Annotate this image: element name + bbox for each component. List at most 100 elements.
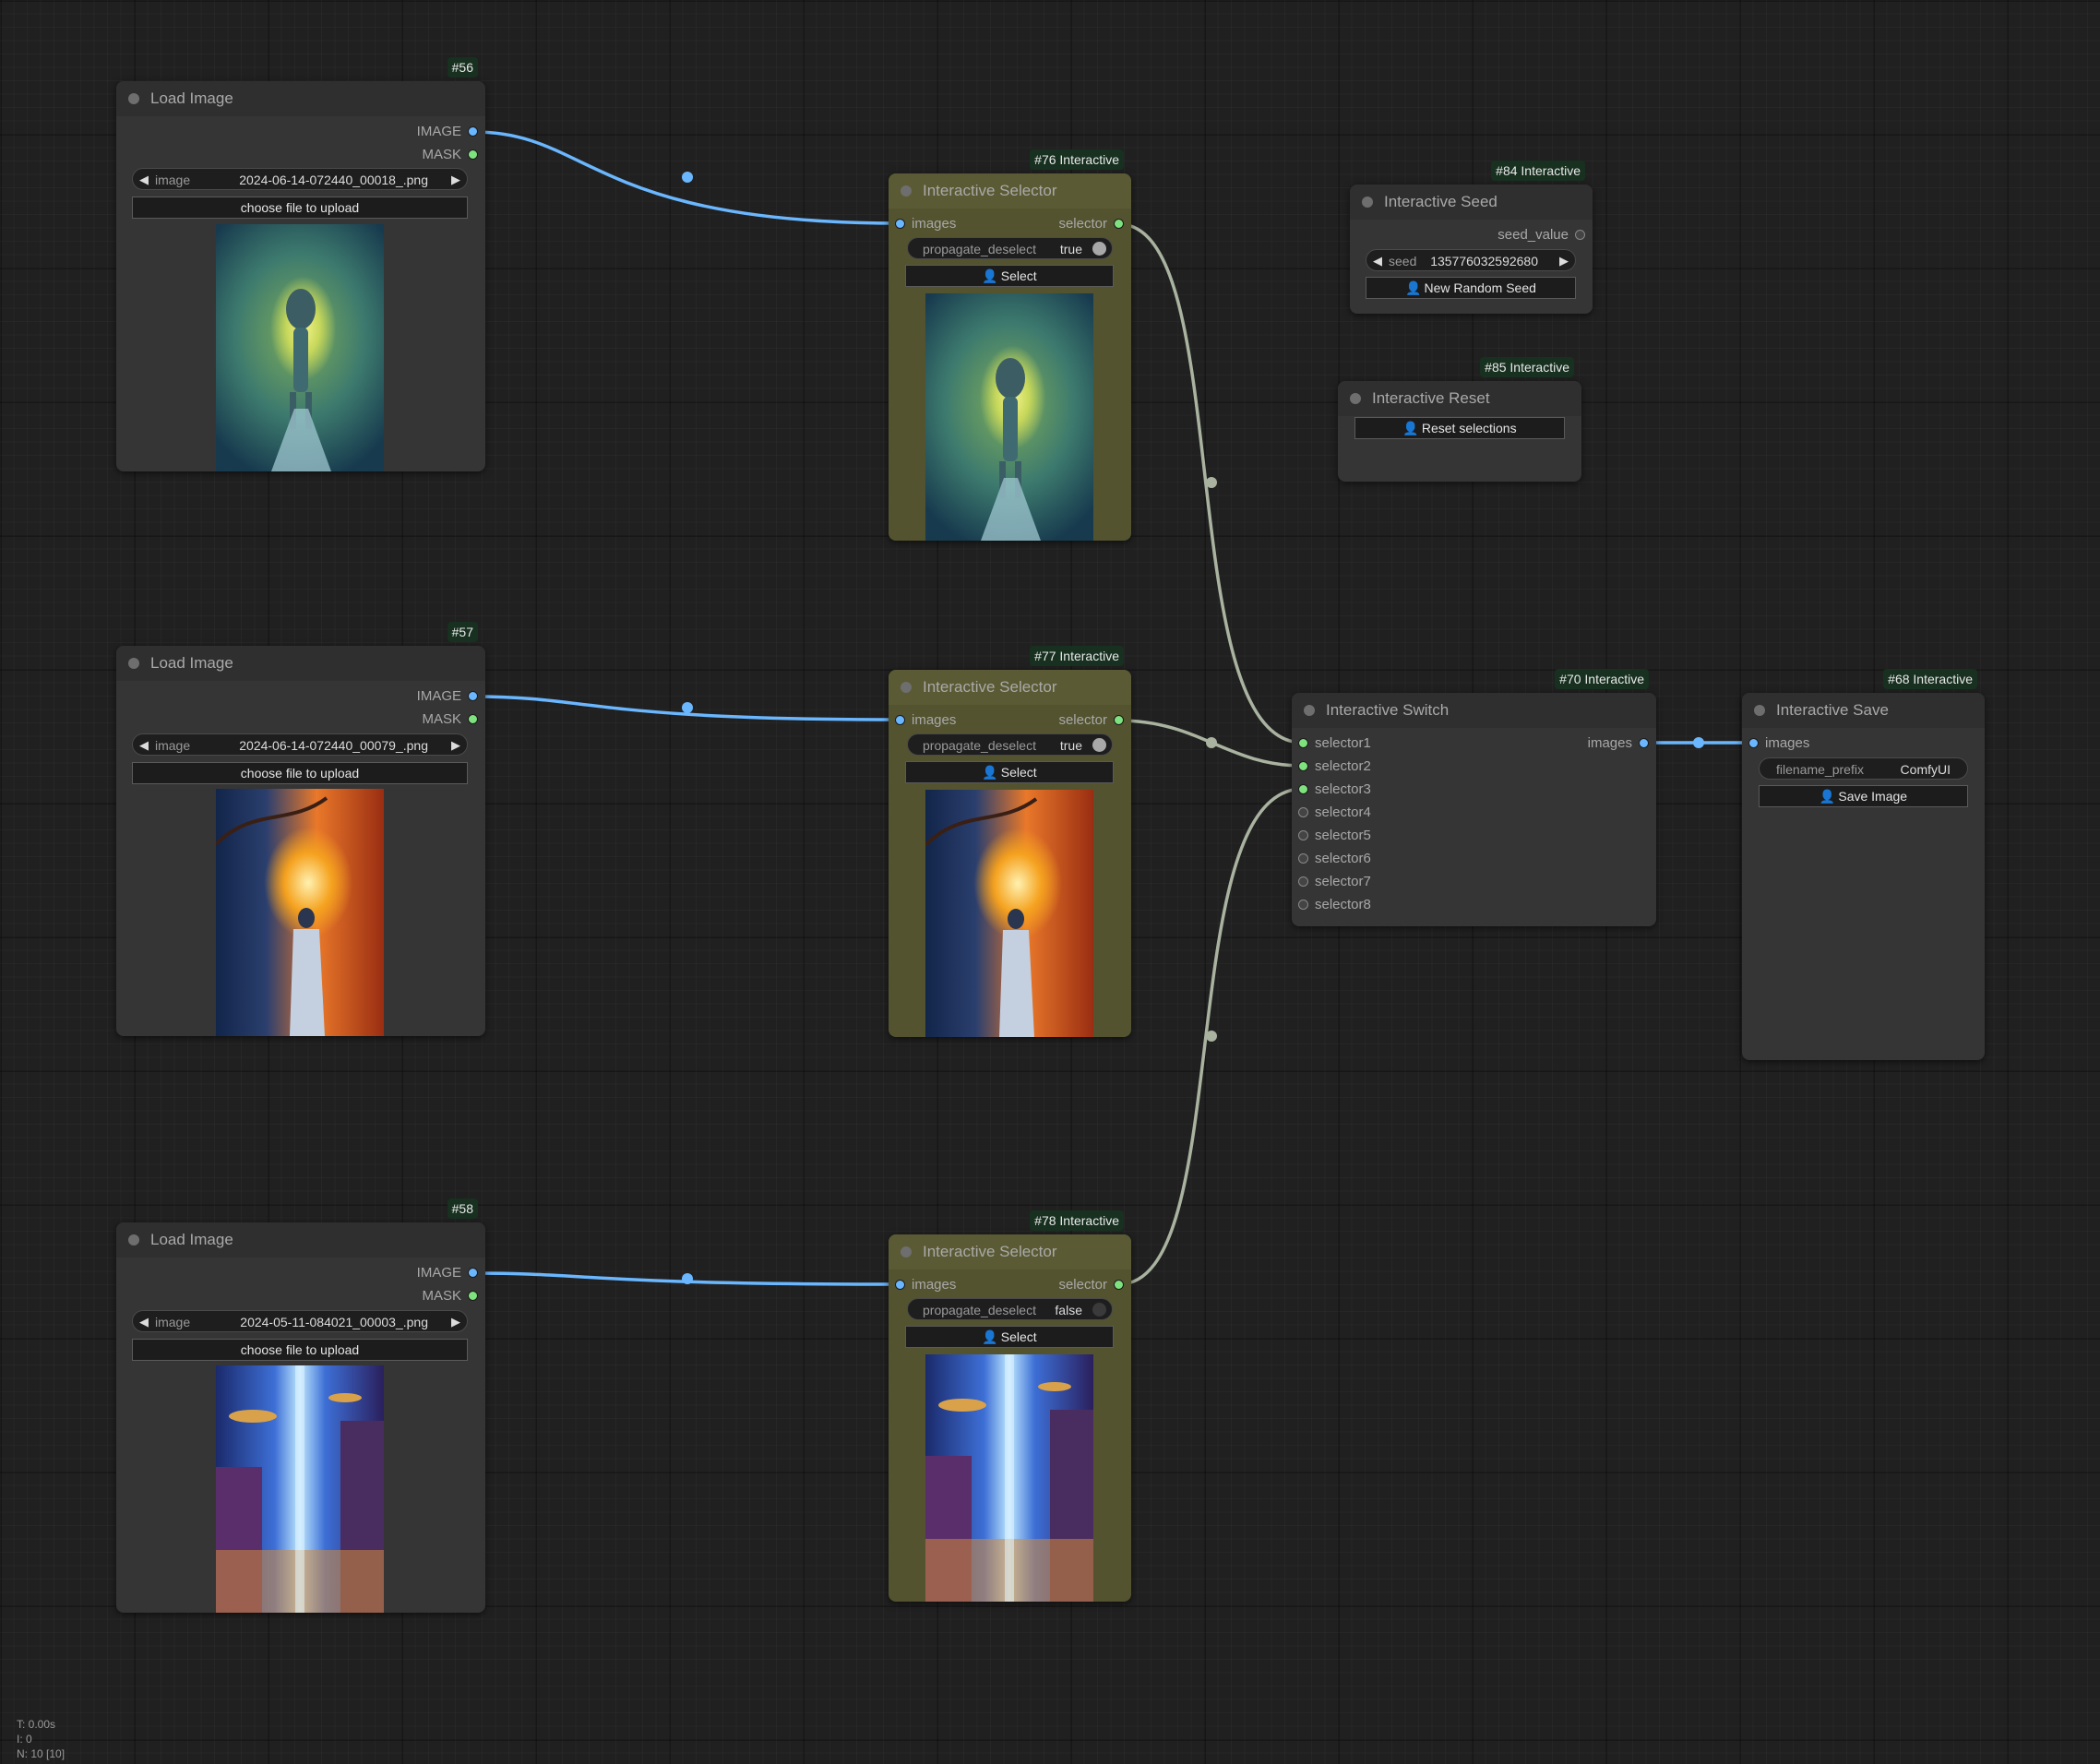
input-slot-images[interactable]: [1748, 738, 1759, 748]
node-title-bar[interactable]: Interactive Selector: [889, 1234, 1131, 1269]
output-slot-mask[interactable]: [468, 1291, 478, 1301]
collapse-dot-icon[interactable]: [901, 682, 912, 693]
collapse-dot-icon[interactable]: [128, 1234, 139, 1246]
user-icon: 👤: [982, 765, 998, 780]
input-label-selector3: selector3: [1315, 781, 1371, 797]
node-title-bar[interactable]: Interactive Seed: [1350, 185, 1593, 220]
link-midpoint: [1206, 1031, 1217, 1042]
input-label-selector6: selector6: [1315, 851, 1371, 866]
output-slot-selector[interactable]: [1114, 219, 1124, 229]
image-combo[interactable]: ◀ image 2024-06-14-072440_00018_.png ▶: [132, 168, 468, 190]
image-combo-value: 2024-05-11-084021_00003_.png: [240, 1315, 428, 1329]
select-button[interactable]: 👤 Select: [905, 265, 1114, 287]
collapse-dot-icon[interactable]: [128, 93, 139, 104]
propagate-deselect-toggle[interactable]: propagate_deselect true: [907, 237, 1113, 259]
interactive-selector-node-77[interactable]: #77 Interactive Interactive Selector ima…: [889, 646, 1131, 1037]
iteration-stat: I: 0: [17, 1733, 32, 1746]
input-slot-selector1[interactable]: [1298, 738, 1308, 748]
link-midpoint: [1206, 737, 1217, 748]
input-slot-selector6[interactable]: [1298, 853, 1308, 864]
toggle-value: true: [1059, 242, 1082, 256]
arrow-left-icon[interactable]: ◀: [139, 1311, 149, 1333]
upload-button[interactable]: choose file to upload: [132, 197, 468, 219]
propagate-deselect-toggle[interactable]: propagate_deselect false: [907, 1298, 1113, 1320]
user-icon: 👤: [1405, 280, 1422, 295]
input-label-selector2: selector2: [1315, 758, 1371, 774]
upload-button[interactable]: choose file to upload: [132, 1339, 468, 1361]
reset-selections-button[interactable]: 👤 Reset selections: [1354, 417, 1565, 439]
image-combo[interactable]: ◀ image 2024-06-14-072440_00079_.png ▶: [132, 733, 468, 756]
input-slot-images[interactable]: [895, 1280, 905, 1290]
output-label-mask: MASK: [422, 1288, 461, 1304]
node-title-bar[interactable]: Load Image: [116, 81, 485, 116]
input-slot-selector2[interactable]: [1298, 761, 1308, 771]
load-image-node-58[interactable]: #58 Load Image IMAGE MASK ◀ image 2024-0…: [116, 1198, 485, 1613]
output-slot-mask[interactable]: [468, 714, 478, 724]
interactive-save-node-68[interactable]: #68 Interactive Interactive Save images …: [1742, 669, 1985, 1060]
arrow-left-icon[interactable]: ◀: [139, 734, 149, 757]
arrow-right-icon[interactable]: ▶: [451, 1311, 460, 1333]
collapse-dot-icon[interactable]: [1350, 393, 1361, 404]
toggle-knob[interactable]: [1092, 242, 1106, 256]
collapse-dot-icon[interactable]: [901, 1246, 912, 1257]
interactive-selector-node-78[interactable]: #78 Interactive Interactive Selector ima…: [889, 1210, 1131, 1602]
input-slot-selector8[interactable]: [1298, 900, 1308, 910]
save-image-button[interactable]: 👤 Save Image: [1759, 785, 1968, 807]
load-image-node-57[interactable]: #57 Load Image IMAGE MASK ◀ image 2024-0…: [116, 622, 485, 1036]
output-slot-image[interactable]: [468, 691, 478, 701]
node-title-bar[interactable]: Load Image: [116, 1222, 485, 1257]
collapse-dot-icon[interactable]: [901, 185, 912, 197]
interactive-switch-node-70[interactable]: #70 Interactive Interactive Switch image…: [1292, 669, 1656, 926]
load-image-node-56[interactable]: #56 Load Image IMAGE MASK ◀ image 2024-0…: [116, 57, 485, 471]
interactive-seed-node-84[interactable]: #84 Interactive Interactive Seed seed_va…: [1350, 161, 1593, 314]
output-slot-seed-value[interactable]: [1575, 230, 1585, 240]
output-slot-selector[interactable]: [1114, 715, 1124, 725]
arrow-right-icon[interactable]: ▶: [451, 169, 460, 191]
input-slot-selector3[interactable]: [1298, 784, 1308, 794]
arrow-left-icon[interactable]: ◀: [139, 169, 149, 191]
node-title-bar[interactable]: Load Image: [116, 646, 485, 681]
toggle-label: propagate_deselect: [923, 1303, 1036, 1317]
seed-value: 135776032592680: [1430, 254, 1538, 268]
node-title-bar[interactable]: Interactive Selector: [889, 670, 1131, 705]
output-label-mask: MASK: [422, 711, 461, 727]
node-id-badge: #85 Interactive: [1480, 357, 1574, 377]
toggle-knob[interactable]: [1092, 738, 1106, 752]
arrow-right-icon[interactable]: ▶: [451, 734, 460, 757]
output-label-selector: selector: [1058, 216, 1107, 232]
collapse-dot-icon[interactable]: [1304, 705, 1315, 716]
node-title-bar[interactable]: Interactive Switch: [1292, 693, 1656, 728]
input-label-selector4: selector4: [1315, 805, 1371, 820]
new-random-seed-button[interactable]: 👤 New Random Seed: [1366, 277, 1576, 299]
select-button[interactable]: 👤 Select: [905, 1326, 1114, 1348]
link-midpoint: [1693, 737, 1704, 748]
image-combo[interactable]: ◀ image 2024-05-11-084021_00003_.png ▶: [132, 1310, 468, 1332]
upload-button[interactable]: choose file to upload: [132, 762, 468, 784]
toggle-knob[interactable]: [1092, 1303, 1106, 1317]
collapse-dot-icon[interactable]: [128, 658, 139, 669]
output-slot-selector[interactable]: [1114, 1280, 1124, 1290]
interactive-reset-node-85[interactable]: #85 Interactive Interactive Reset 👤 Reset…: [1338, 357, 1581, 482]
output-slot-image[interactable]: [468, 126, 478, 137]
input-slot-selector5[interactable]: [1298, 830, 1308, 840]
select-button[interactable]: 👤 Select: [905, 761, 1114, 783]
node-title-bar[interactable]: Interactive Save: [1742, 693, 1985, 728]
collapse-dot-icon[interactable]: [1754, 705, 1765, 716]
input-slot-images[interactable]: [895, 219, 905, 229]
interactive-selector-node-76[interactable]: #76 Interactive Interactive Selector ima…: [889, 149, 1131, 541]
propagate-deselect-toggle[interactable]: propagate_deselect true: [907, 733, 1113, 756]
output-slot-mask[interactable]: [468, 149, 478, 160]
forest-figure-art: [271, 289, 331, 471]
input-slot-selector7[interactable]: [1298, 876, 1308, 887]
input-slot-selector4[interactable]: [1298, 807, 1308, 817]
node-title-bar[interactable]: Interactive Reset: [1338, 381, 1581, 416]
output-slot-image[interactable]: [468, 1268, 478, 1278]
output-slot-images[interactable]: [1639, 738, 1649, 748]
input-slot-images[interactable]: [895, 715, 905, 725]
arrow-right-icon[interactable]: ▶: [1559, 250, 1569, 272]
collapse-dot-icon[interactable]: [1362, 197, 1373, 208]
filename-prefix-field[interactable]: filename_prefix ComfyUI: [1759, 757, 1968, 780]
seed-number-widget[interactable]: ◀ seed 135776032592680 ▶: [1366, 249, 1576, 271]
arrow-left-icon[interactable]: ◀: [1373, 250, 1382, 272]
node-title-bar[interactable]: Interactive Selector: [889, 173, 1131, 209]
